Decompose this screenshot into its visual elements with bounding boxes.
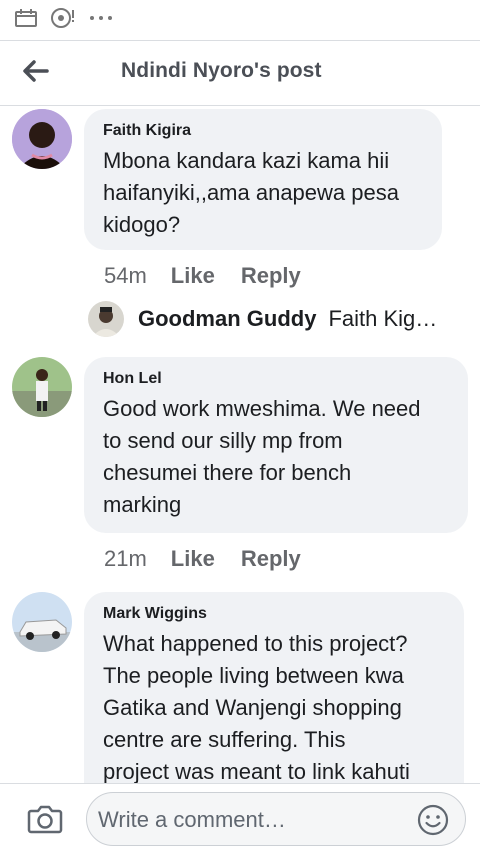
- arrow-left-icon: [23, 59, 49, 87]
- comment-text: Good work mweshima. We need to send our …: [103, 396, 421, 517]
- comment-actions: 21m Like Reply: [104, 546, 327, 572]
- reply-button[interactable]: Reply: [241, 263, 301, 289]
- media-icon: [50, 7, 76, 29]
- comment-field[interactable]: [86, 792, 466, 846]
- comment-bubble[interactable]: Hon Lel Good work mweshima. We need to s…: [84, 357, 468, 533]
- comment-author[interactable]: Mark Wiggins: [103, 604, 445, 624]
- comment-time: 21m: [104, 546, 147, 571]
- avatar: [88, 301, 124, 337]
- comment-input[interactable]: [98, 806, 398, 834]
- comment-composer: [0, 783, 480, 854]
- comment-bubble[interactable]: Faith Kigira Mbona kandara kazi kama hii…: [84, 109, 442, 250]
- emoji-button[interactable]: [417, 804, 449, 836]
- comment-actions: 54m Like Reply: [104, 263, 327, 289]
- reply-text: Faith Kig…: [328, 306, 438, 331]
- comment-text: Mbona kandara kazi kama hii haifanyiki,,…: [103, 148, 399, 237]
- reply-preview[interactable]: Goodman Guddy Faith Kig…: [88, 300, 437, 338]
- calendar-icon: [14, 8, 38, 28]
- status-bar: [0, 0, 480, 36]
- more-dots-icon: [88, 14, 114, 22]
- reply-button[interactable]: Reply: [241, 546, 301, 572]
- avatar[interactable]: [12, 109, 72, 169]
- like-button[interactable]: Like: [171, 263, 215, 289]
- smiley-icon: [417, 804, 449, 840]
- comment-text: What happened to this project? The peopl…: [103, 631, 410, 783]
- comment-author[interactable]: Faith Kigira: [103, 121, 423, 141]
- back-button[interactable]: [18, 55, 54, 91]
- post-header: Ndindi Nyoro's post: [0, 40, 480, 106]
- avatar[interactable]: [12, 357, 72, 417]
- page-title: Ndindi Nyoro's post: [121, 59, 322, 82]
- comment-time: 54m: [104, 263, 147, 288]
- comment-author[interactable]: Hon Lel: [103, 369, 449, 389]
- comment-bubble[interactable]: Mark Wiggins What happened to this proje…: [84, 592, 464, 783]
- like-button[interactable]: Like: [171, 546, 215, 572]
- camera-button[interactable]: [26, 800, 64, 838]
- reply-author: Goodman Guddy: [138, 306, 317, 331]
- comment-list: Faith Kigira Mbona kandara kazi kama hii…: [0, 107, 480, 783]
- camera-icon: [26, 805, 64, 842]
- avatar[interactable]: [12, 592, 72, 652]
